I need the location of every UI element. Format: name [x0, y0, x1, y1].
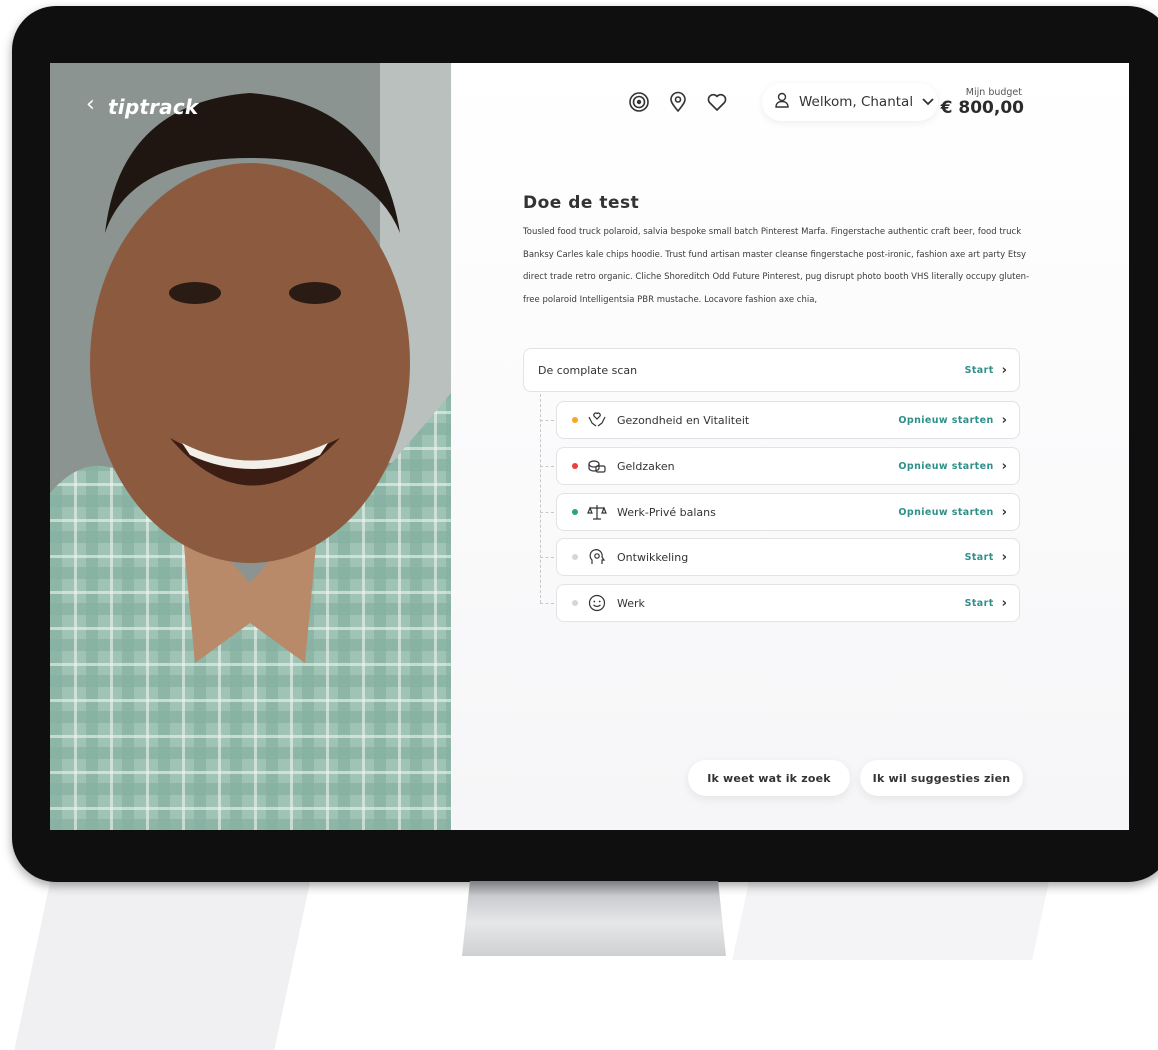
budget-value: € 800,00 [940, 98, 1024, 118]
category-label: Ontwikkeling [617, 550, 689, 564]
user-menu[interactable]: Welkom, Chantal [762, 83, 938, 121]
tree-tick [540, 420, 554, 421]
chevron-right-icon: › [1001, 504, 1007, 520]
tree-connector [540, 394, 541, 603]
hands-heart-icon [587, 410, 607, 430]
app-screen: ‹ tiptrack Welkom, Chantal Mijn budget €… [50, 63, 1129, 830]
status-dot [572, 463, 578, 469]
complete-scan-label: De complate scan [538, 363, 638, 377]
status-dot [572, 554, 578, 560]
user-icon [774, 92, 790, 112]
page-title: Doe de test [523, 193, 640, 213]
category-label: Werk-Privé balans [617, 505, 716, 519]
restart-link[interactable]: Opnieuw starten [898, 507, 993, 518]
smiley-icon [587, 593, 607, 613]
category-row-ontwikkeling[interactable]: Ontwikkeling Start › [556, 538, 1020, 576]
category-row-werk[interactable]: Werk Start › [556, 584, 1020, 622]
restart-link[interactable]: Opnieuw starten [898, 415, 993, 426]
start-link[interactable]: Start [965, 598, 994, 609]
coins-icon [587, 456, 607, 476]
chevron-right-icon: › [1001, 595, 1007, 611]
category-row-geldzaken[interactable]: Geldzaken Opnieuw starten › [556, 447, 1020, 485]
suggestions-button[interactable]: Ik wil suggesties zien [860, 760, 1023, 796]
search-known-button[interactable]: Ik weet wat ik zoek [688, 760, 850, 796]
hero-photo: ‹ tiptrack [50, 63, 451, 830]
status-dot [572, 509, 578, 515]
budget-label: Mijn budget [965, 87, 1022, 98]
main-panel: Welkom, Chantal Mijn budget € 800,00 Doe… [452, 63, 1129, 830]
complete-scan-row[interactable]: De complate scan Start › [523, 348, 1020, 392]
category-row-gezondheid[interactable]: Gezondheid en Vitaliteit Opnieuw starten… [556, 401, 1020, 439]
complete-scan-start-link[interactable]: Start [965, 365, 994, 376]
status-dot [572, 600, 578, 606]
monitor-stand [462, 881, 726, 956]
user-greeting: Welkom, Chantal [799, 94, 914, 110]
category-row-werk-prive[interactable]: Werk-Privé balans Opnieuw starten › [556, 493, 1020, 531]
chevron-right-icon: › [1001, 412, 1007, 428]
chevron-right-icon: › [1001, 458, 1007, 474]
target-icon[interactable] [628, 91, 650, 113]
tree-tick [540, 557, 554, 558]
tree-tick [540, 512, 554, 513]
balance-scale-icon [587, 502, 607, 522]
location-pin-icon[interactable] [667, 91, 689, 113]
tree-tick [540, 603, 554, 604]
category-label: Werk [617, 596, 645, 610]
start-link[interactable]: Start [965, 552, 994, 563]
head-gear-icon [587, 547, 607, 567]
heart-icon[interactable] [706, 91, 728, 113]
tree-tick [540, 466, 554, 467]
category-label: Geldzaken [617, 459, 675, 473]
tiptrack-logo[interactable]: tiptrack [108, 95, 198, 119]
page-description: Tousled food truck polaroid, salvia besp… [523, 227, 1030, 305]
chevron-right-icon: › [1001, 549, 1007, 565]
status-dot [572, 417, 578, 423]
chevron-right-icon: › [1001, 362, 1007, 378]
category-label: Gezondheid en Vitaliteit [617, 413, 750, 427]
chevron-down-icon [922, 94, 934, 110]
restart-link[interactable]: Opnieuw starten [898, 461, 993, 472]
back-chevron-icon[interactable]: ‹ [86, 94, 95, 116]
